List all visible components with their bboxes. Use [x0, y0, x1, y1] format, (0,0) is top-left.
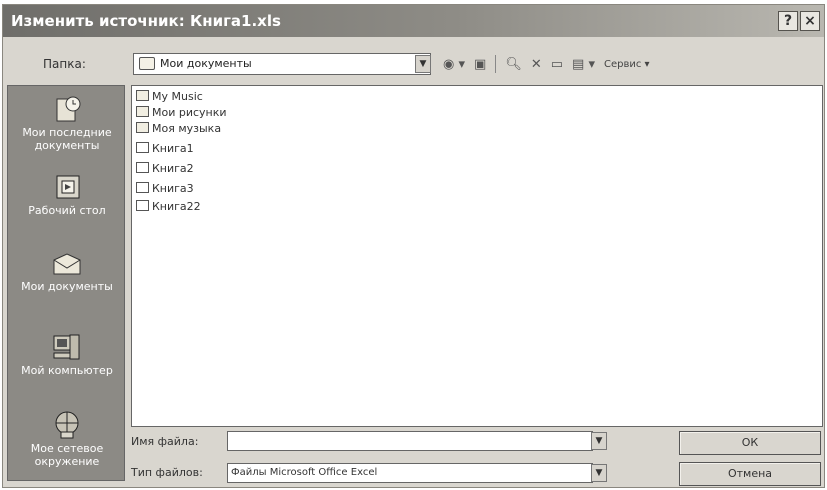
excel-file-icon [136, 162, 149, 173]
dialog-title: Изменить источник: Книга1.xls [11, 12, 281, 30]
place-my-computer-label: Мой компьютер [21, 364, 113, 377]
views-icon[interactable]: ▤ ▾ [572, 57, 595, 72]
delete-icon[interactable]: ✕ [531, 57, 542, 72]
lookin-combo[interactable]: Мои документы [133, 53, 431, 75]
list-item[interactable]: Моя музыка [136, 121, 221, 137]
toolbar: ◉ ▾ ▣ 🔍︎ ✕ ▭ ▤ ▾ Сервис ▾ [443, 53, 650, 75]
filename-label: Имя файла: [131, 435, 199, 448]
my-documents-icon [51, 248, 83, 278]
place-network[interactable]: Мое сетевое окружение [8, 410, 126, 468]
folder-icon [136, 122, 149, 133]
folder-icon [136, 90, 149, 101]
folder-icon [136, 106, 149, 117]
back-icon[interactable]: ◉ ▾ [443, 57, 465, 72]
lookin-label: Папка: [43, 57, 86, 71]
ok-button[interactable]: ОК [679, 431, 821, 455]
places-bar: Мои последние документы Рабочий стол Мои… [7, 85, 125, 481]
excel-file-icon [136, 200, 149, 211]
excel-file-icon [136, 182, 149, 193]
network-places-icon [51, 410, 83, 440]
close-button[interactable]: × [800, 11, 820, 31]
filename-dropdown-button[interactable]: ▼ [591, 432, 607, 450]
list-item[interactable]: My Music [136, 89, 203, 105]
place-recent[interactable]: Мои последние документы [8, 94, 126, 152]
filetype-select[interactable]: Файлы Microsoft Office Excel [227, 463, 593, 483]
change-source-dialog: Изменить источник: Книга1.xls ? × Папка:… [2, 4, 825, 488]
excel-file-icon [136, 142, 149, 153]
place-my-documents-label: Мои документы [21, 280, 113, 293]
tools-label: Сервис [603, 58, 642, 70]
list-item[interactable]: Мои рисунки [136, 105, 227, 121]
help-button[interactable]: ? [778, 11, 798, 31]
lookin-value: Мои документы [160, 57, 252, 70]
my-computer-icon [51, 332, 83, 362]
place-desktop[interactable]: Рабочий стол [8, 172, 126, 217]
folder-icon [139, 57, 155, 70]
new-folder-icon[interactable]: ▭ [551, 57, 563, 72]
desktop-icon [51, 172, 83, 202]
tools-menu[interactable]: Сервис ▾ [604, 59, 650, 70]
place-recent-label: Мои последние документы [22, 126, 112, 152]
search-web-icon[interactable]: 🔍︎ [505, 57, 522, 72]
up-folder-icon[interactable]: ▣ [474, 57, 486, 72]
list-item[interactable]: Книга22 [136, 199, 201, 215]
file-list[interactable]: My Music Мои рисунки Моя музыка Книга1 К… [131, 85, 823, 427]
title-bar: Изменить источник: Книга1.xls [3, 5, 824, 37]
list-item[interactable]: Книга3 [136, 181, 194, 197]
toolbar-divider [495, 55, 497, 73]
filetype-dropdown-button[interactable]: ▼ [591, 464, 607, 482]
list-item[interactable]: Книга1 [136, 141, 194, 157]
cancel-button[interactable]: Отмена [679, 462, 821, 486]
lookin-dropdown-button[interactable]: ▼ [415, 55, 431, 73]
place-my-documents[interactable]: Мои документы [8, 248, 126, 293]
place-desktop-label: Рабочий стол [28, 204, 106, 217]
filename-input[interactable] [227, 431, 593, 451]
list-item[interactable]: Книга2 [136, 161, 194, 177]
filetype-label: Тип файлов: [131, 466, 203, 479]
place-network-label: Мое сетевое окружение [30, 442, 104, 468]
recent-documents-icon [51, 94, 83, 124]
place-my-computer[interactable]: Мой компьютер [8, 332, 126, 377]
